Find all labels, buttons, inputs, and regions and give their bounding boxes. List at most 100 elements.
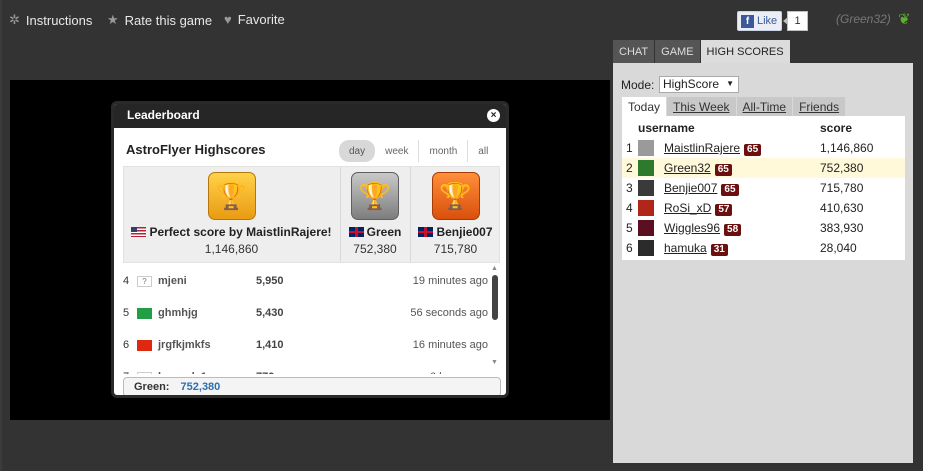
username-text[interactable]: Wiggles96 [664,221,720,235]
facebook-like-button[interactable]: f Like [737,11,782,31]
avatar[interactable] [638,200,654,216]
leaf-icon[interactable]: ❦ [898,10,911,28]
mode-select[interactable]: HighScore ▼ [659,76,739,93]
period-tab-month[interactable]: month [419,140,469,162]
rank-number: 4 [123,275,130,287]
flag-icon [137,307,152,319]
gear-icon: ✲ [9,12,20,27]
like-count: 1 [783,11,808,31]
flag-icon: ? [137,275,152,287]
username-text[interactable]: RoSi_xD [664,201,711,215]
avatar[interactable] [638,160,654,176]
level-badge: 31 [710,244,728,256]
scroll-down-icon[interactable]: ▼ [491,359,498,366]
podium-first-score: 1,146,860 [204,242,259,256]
chevron-down-icon: ▼ [726,79,734,88]
scroll-up-icon[interactable]: ▲ [491,265,498,272]
username-text[interactable]: hamuka [664,241,707,255]
row-score: 383,930 [820,221,864,235]
row-rank: 3 [626,181,633,195]
close-icon[interactable]: × [487,109,500,122]
rate-game-button[interactable]: ★ Rate this game [107,12,212,28]
time-ago: 56 seconds ago [410,307,488,319]
bronze-trophy-icon: 🏆 [431,172,480,220]
period-tabs: day week month all [339,140,498,162]
player-name: jrgfkjmkfs [158,339,211,351]
tab-high-scores[interactable]: HIGH SCORES [700,40,790,63]
rank-number: 5 [123,307,130,319]
list-item: 6 jrgfkjmkfs 1,410 16 minutes ago [123,329,488,361]
tab-game[interactable]: GAME [655,40,700,63]
time-ago: 19 minutes ago [412,275,488,287]
gold-trophy-icon: 🏆 [207,172,256,220]
player-points: 5,430 [256,307,284,319]
podium-second: 🏆 Green 752,380 [340,167,409,262]
avatar[interactable] [638,140,654,156]
tab-chat[interactable]: CHAT [613,40,655,63]
tab-all-time[interactable]: All-Time [736,97,793,116]
table-row: 1 MaistlinRajere 65 1,146,860 [622,138,905,158]
username-link[interactable]: MaistlinRajere 65 [664,141,762,156]
podium-third-score: 715,780 [433,242,478,256]
column-header-score: score [820,121,853,135]
player-points: 1,410 [256,339,284,351]
favorite-button[interactable]: ♥ Favorite [224,12,285,27]
player-points: 770 [256,371,316,374]
scrollbar-thumb[interactable] [492,275,498,320]
table-row: 2 Green32 65 752,380 [622,158,905,178]
username-link[interactable]: Wiggles96 58 [664,221,742,236]
username-link[interactable]: hamuka 31 [664,241,728,256]
table-row: 6 hamuka 31 28,040 [622,238,905,258]
row-score: 1,146,860 [820,141,874,155]
scrollbar[interactable]: ▲ ▼ [490,265,500,369]
flag-icon [137,339,152,351]
podium-third-name: Benjie007 [436,225,493,239]
username-text[interactable]: Green32 [664,161,711,175]
row-rank: 4 [626,201,633,215]
username-text[interactable]: Benjie007 [664,181,717,195]
facebook-icon: f [741,14,754,28]
rank-number: 7 [123,371,137,374]
row-rank: 2 [626,161,633,175]
tab-friends[interactable]: Friends [793,97,846,116]
time-ago: 16 minutes ago [412,339,488,351]
period-tab-week[interactable]: week [375,140,420,162]
avatar[interactable] [638,240,654,256]
heart-icon: ♥ [224,12,232,27]
page: ✲ Instructions ★ Rate this game ♥ Favori… [0,0,925,471]
highscore-tabs: Today This Week All-Time Friends [622,97,846,116]
row-score: 410,630 [820,201,864,215]
favorite-label: Favorite [237,12,285,27]
leaderboard-header-title: Leaderboard [127,108,200,122]
period-tab-all[interactable]: all [468,140,498,162]
player-name: mjeni [158,275,187,287]
username-text[interactable]: MaistlinRajere [664,141,740,155]
side-tabs: CHAT GAME HIGH SCORES [613,40,791,63]
tab-this-week[interactable]: This Week [667,97,736,116]
instructions-button[interactable]: ✲ Instructions [9,12,92,28]
username-link[interactable]: Green32 65 [664,161,732,176]
table-row: 4 RoSi_xD 57 410,630 [622,198,905,218]
silver-trophy-icon: 🏆 [351,172,399,220]
level-badge: 65 [744,144,762,156]
row-rank: 5 [626,221,633,235]
podium-first: 🏆 Perfect score by MaistlinRajere! 1,146… [124,167,339,262]
username-link[interactable]: Benjie007 65 [664,181,739,196]
podium: 🏆 Perfect score by MaistlinRajere! 1,146… [123,166,500,263]
podium-second-name: Green [366,225,402,239]
level-badge: 58 [724,224,742,236]
period-tab-day[interactable]: day [339,140,376,162]
mode-value: HighScore [663,77,720,91]
avatar[interactable] [638,180,654,196]
instructions-label: Instructions [25,12,93,28]
my-score-bar: Green: 752,380 [123,377,501,395]
current-username: (Green32) [836,12,891,26]
tab-today[interactable]: Today [622,97,667,116]
uk-flag-icon [348,227,364,237]
us-flag-icon [131,227,147,237]
rank-list[interactable]: 4? mjeni 5,950 19 minutes ago 5 ghmhjg 5,430 56… [123,265,488,374]
username-link[interactable]: RoSi_xD 57 [664,201,733,216]
column-header-username: username [638,121,695,135]
avatar[interactable] [638,220,654,236]
level-badge: 65 [714,164,732,176]
